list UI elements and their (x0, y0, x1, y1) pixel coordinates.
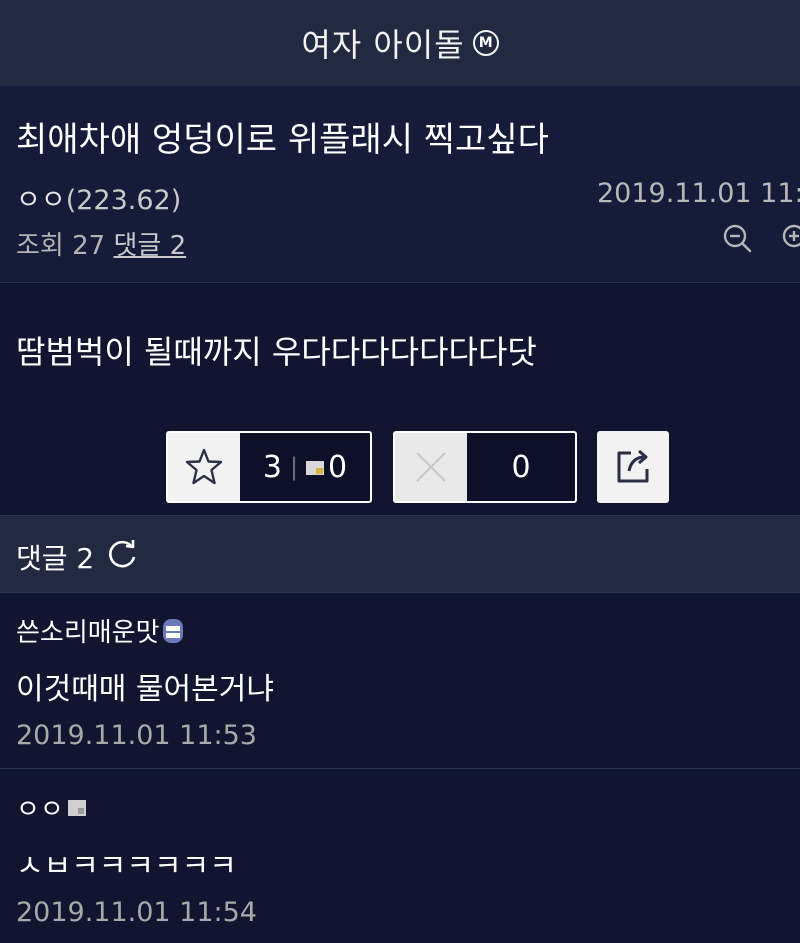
gallery-title[interactable]: 여자 아이돌 (301, 20, 464, 66)
comment-date: 2019.11.01 11:53 (16, 720, 257, 751)
comment-section-label: 댓글 2 (16, 542, 95, 575)
comment-section-header: 댓글 2 (0, 515, 800, 593)
post-date: 2019.11.01 11:5 (597, 178, 800, 209)
comment-item: 쓴소리매운맛 이것때매 물어본거냐 2019.11.01 11:53 (0, 592, 800, 769)
refresh-icon[interactable] (105, 537, 139, 571)
not-recommend-icon-cell[interactable] (395, 433, 467, 501)
dc-member-badge-icon (162, 618, 183, 643)
post-title: 최애차애 엉덩이로 위플래시 찍고싶다 (16, 120, 549, 160)
fixed-user-icon (306, 461, 325, 475)
count-separator: | (289, 453, 299, 481)
post-body: 땀범벅이 될때까지 우다다다다다다다닷 (16, 333, 537, 371)
recommend-counts: 3 | 0 (240, 433, 370, 501)
comment-author[interactable]: ㅇㅇ (16, 789, 86, 826)
recommend-button[interactable]: 3 | 0 (166, 431, 372, 503)
not-recommend-count: 0 (511, 449, 531, 485)
gallery-header: 여자 아이돌 M (0, 0, 800, 87)
share-icon (617, 449, 649, 483)
star-icon (185, 448, 223, 485)
post-stats: 조회 27 댓글 2 (16, 225, 186, 262)
x-icon (416, 452, 446, 482)
author-ip: (223.62) (65, 185, 182, 216)
zoom-out-icon[interactable] (721, 222, 753, 254)
not-recommend-button[interactable]: 0 (393, 431, 577, 503)
recommend-icon-cell[interactable] (168, 433, 240, 501)
view-count: 조회 27 (16, 231, 106, 261)
comment-count-link[interactable]: 댓글 2 (113, 231, 186, 261)
minor-gallery-badge: M (472, 30, 499, 56)
comment-author-name: 쓴소리매운맛 (16, 618, 160, 648)
comment-author[interactable]: 쓴소리매운맛 (16, 612, 184, 649)
share-button[interactable] (597, 431, 669, 503)
post-author[interactable]: ㅇㅇ(223.62) (16, 178, 181, 217)
comment-author-name: ㅇㅇ (16, 795, 64, 825)
fixed-user-icon (67, 799, 86, 816)
comment-text: ㅅㅂㅋㅋㅋㅋㅋㅋ (16, 849, 237, 884)
comment-item: ㅇㅇ ㅅㅂㅋㅋㅋㅋㅋㅋ 2019.11.01 11:54 (0, 769, 800, 943)
comment-date: 2019.11.01 11:54 (16, 897, 257, 928)
author-name: ㅇㅇ (16, 185, 66, 216)
recommend-up-count: 3 (262, 449, 282, 485)
zoom-in-icon[interactable] (780, 222, 800, 254)
comment-text: 이것때매 물어본거냐 (16, 672, 274, 707)
fixed-recommend-count: 0 (328, 449, 348, 485)
